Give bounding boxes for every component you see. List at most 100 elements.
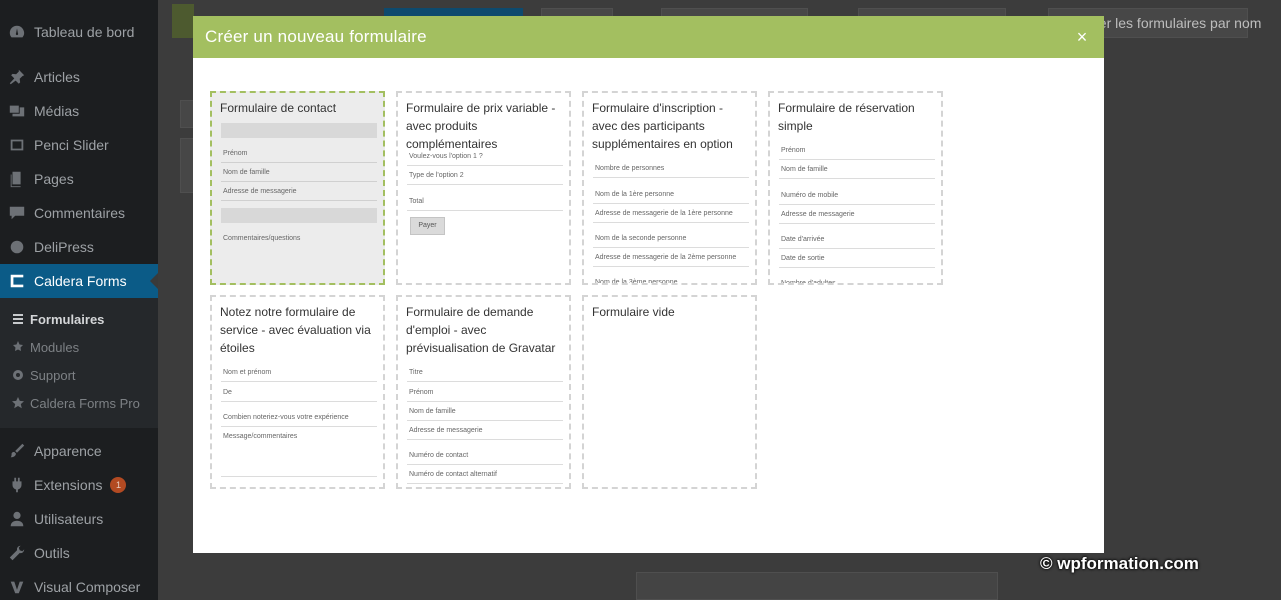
slider-icon [0, 136, 34, 154]
sidebar-item-label: Apparence [34, 443, 102, 459]
template-field: Prénom [407, 383, 563, 402]
template-field: Adresse de messagerie [407, 421, 563, 440]
sidebar-item-label: Extensions [34, 477, 103, 493]
template-title: Formulaire de réservation simple [778, 101, 915, 133]
template-preview-bar [221, 208, 377, 223]
template-field: Message/commentaires [221, 427, 377, 477]
sidebar-item-medias[interactable]: Médias [0, 94, 158, 128]
sidebar-item-caldera-forms[interactable]: Caldera Forms [0, 264, 158, 298]
template-field: Nom de famille [221, 163, 377, 182]
media-icon [0, 102, 34, 120]
pay-button-preview: Payer [410, 217, 445, 235]
template-card-registration[interactable]: Formulaire d'inscription - avec des part… [582, 91, 757, 285]
template-field: Combien noteriez-vous votre expérience [221, 408, 377, 427]
sidebar-item-delipress[interactable]: DeliPress [0, 230, 158, 264]
template-field: Adresse de messagerie de la 1ère personn… [593, 204, 749, 223]
sidebar-item-label: Utilisateurs [34, 511, 104, 527]
template-title: Notez notre formulaire de service - avec… [220, 305, 371, 355]
template-field: Numéro de mobile [779, 186, 935, 205]
pin-icon [0, 68, 34, 86]
sidebar-item-articles[interactable]: Articles [0, 60, 158, 94]
logo-fragment [172, 4, 194, 38]
submenu-item-support[interactable]: Support [0, 361, 158, 389]
new-form-modal: Créer un nouveau formulaire × Formulaire… [193, 16, 1104, 553]
template-field: Date de sortie [779, 249, 935, 268]
template-field: Titre [407, 363, 563, 382]
forms-icon [0, 313, 30, 325]
wrench-icon [0, 544, 34, 562]
sort-forms-label: Trier les formulaires par nom [1083, 15, 1262, 31]
submenu-label: Formulaires [30, 311, 105, 327]
template-title: Formulaire de contact [220, 101, 337, 115]
template-preview-bar [221, 123, 377, 138]
user-icon [0, 510, 34, 528]
sidebar-item-label: Outils [34, 545, 70, 561]
sidebar-item-dashboard[interactable]: Tableau de bord [0, 15, 158, 49]
copyright-watermark: © wpformation.com [1040, 554, 1199, 573]
submenu-item-formulaires[interactable]: Formulaires [0, 305, 158, 333]
table-fragment [636, 572, 998, 600]
update-count-badge: 1 [110, 477, 127, 493]
sidebar-item-apparence[interactable]: Apparence [0, 434, 158, 468]
sidebar-item-label: DeliPress [34, 239, 94, 255]
template-field: Date d'arrivée [779, 230, 935, 249]
sidebar-item-label: Pages [34, 171, 74, 187]
lifebuoy-icon [0, 369, 30, 381]
template-field: Numéro de contact alternatif [407, 465, 563, 484]
sidebar-item-commentaires[interactable]: Commentaires [0, 196, 158, 230]
template-field: Nom et prénom [221, 363, 377, 382]
template-field: Voulez-vous l'option 1 ? [407, 147, 563, 166]
sidebar-item-penci-slider[interactable]: Penci Slider [0, 128, 158, 162]
sidebar-item-label: Médias [34, 103, 80, 119]
sidebar-item-outils[interactable]: Outils [0, 536, 158, 570]
sidebar-item-label: Visual Composer [34, 579, 141, 595]
submenu-label: Support [30, 367, 76, 383]
sidebar-item-pages[interactable]: Pages [0, 162, 158, 196]
sidebar-item-label: Caldera Forms [34, 273, 127, 289]
template-field: De [221, 383, 377, 402]
pages-icon [0, 170, 34, 188]
template-field: Total [407, 192, 563, 211]
template-field: Prénom [779, 141, 935, 160]
template-card-contact[interactable]: Formulaire de contact Prénom Nom de fami… [210, 91, 385, 285]
template-field: Adresse de messagerie de la 2ème personn… [593, 248, 749, 267]
template-title: Formulaire de demande d'emploi - avec pr… [406, 305, 556, 355]
template-field: Nom de la seconde personne [593, 229, 749, 248]
template-field: Nom de la 3ème personne [593, 273, 749, 283]
template-field: Nom de famille [407, 402, 563, 421]
submenu-item-modules[interactable]: Modules [0, 333, 158, 361]
sidebar-item-extensions[interactable]: Extensions 1 [0, 468, 158, 502]
modal-title: Créer un nouveau formulaire [205, 27, 427, 46]
template-field: Type de l'option 2 [407, 166, 563, 185]
template-field: Nombre d'adultes [779, 274, 935, 283]
template-field: Prénom [221, 144, 377, 163]
template-card-job-application[interactable]: Formulaire de demande d'emploi - avec pr… [396, 295, 571, 489]
brush-icon [0, 442, 34, 460]
sidebar-item-visual-composer[interactable]: Visual Composer [0, 570, 158, 600]
comment-icon [0, 204, 34, 222]
close-icon[interactable]: × [1072, 27, 1092, 47]
admin-sidebar: Tableau de bord Articles Médias Penci Sl… [0, 0, 158, 600]
dashboard-icon [0, 23, 34, 41]
sidebar-item-label: Articles [34, 69, 80, 85]
template-title: Formulaire d'inscription - avec des part… [592, 101, 733, 151]
submenu-label: Caldera Forms Pro [30, 395, 140, 411]
sidebar-item-label: Penci Slider [34, 137, 109, 153]
template-field: Commentaires/questions [223, 235, 301, 242]
plugin-icon [0, 476, 34, 494]
template-card-reservation[interactable]: Formulaire de réservation simple Prénom … [768, 91, 943, 285]
sidebar-item-label: Commentaires [34, 205, 126, 221]
caldera-icon [0, 272, 34, 290]
star-icon [0, 397, 30, 409]
template-field: Adresse de messagerie [221, 182, 377, 201]
template-field: Nombre de personnes [593, 159, 749, 178]
template-card-variable-price[interactable]: Formulaire de prix variable - avec produ… [396, 91, 571, 285]
template-title: Formulaire de prix variable - avec produ… [406, 101, 556, 151]
submenu-item-caldera-forms-pro[interactable]: Caldera Forms Pro [0, 389, 158, 417]
sidebar-item-label: Tableau de bord [34, 24, 135, 40]
sidebar-item-utilisateurs[interactable]: Utilisateurs [0, 502, 158, 536]
template-field: Nom de famille [779, 160, 935, 179]
template-card-blank[interactable]: Formulaire vide [582, 295, 757, 489]
delipress-icon [0, 238, 34, 256]
template-card-rating[interactable]: Notez notre formulaire de service - avec… [210, 295, 385, 489]
